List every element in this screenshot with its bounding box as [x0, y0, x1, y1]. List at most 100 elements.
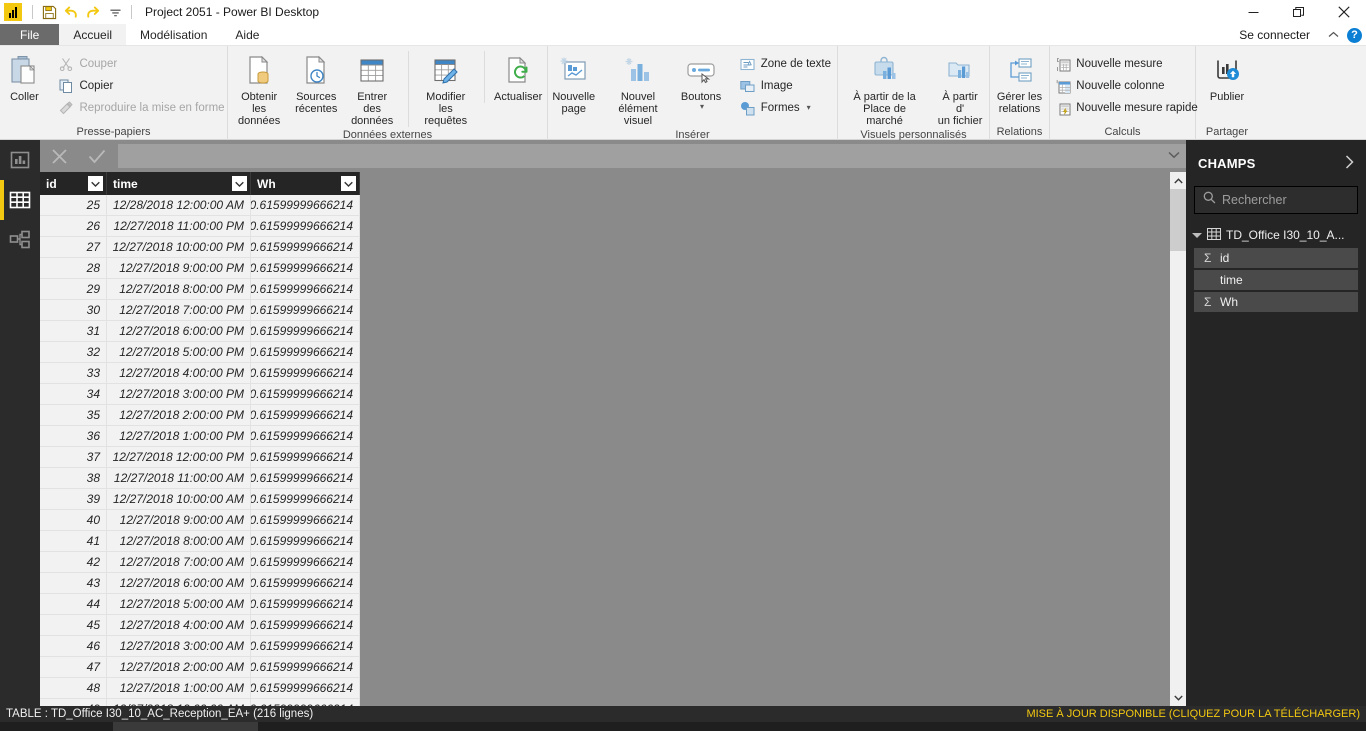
cell-id[interactable]: 46 — [40, 636, 107, 656]
cell-wh[interactable]: 0.61599999666214 — [251, 552, 360, 572]
cell-wh[interactable]: 0.61599999666214 — [251, 279, 360, 299]
table-row[interactable]: 36 12/27/2018 1:00:00 PM 0.61599999666214 — [40, 426, 360, 447]
formula-cancel-button[interactable] — [40, 140, 78, 172]
cell-id[interactable]: 42 — [40, 552, 107, 572]
cell-wh[interactable]: 0.61599999666214 — [251, 363, 360, 383]
cell-time[interactable]: 12/27/2018 1:00:00 AM — [107, 678, 251, 698]
undo-icon[interactable] — [60, 1, 82, 23]
tab-accueil[interactable]: Accueil — [59, 24, 127, 45]
table-row[interactable]: 4912/27/2018 12:00:00 AM0.61599999666214 — [40, 699, 360, 706]
cell-time[interactable]: 12/27/2018 2:00:00 PM — [107, 405, 251, 425]
table-row[interactable]: 34 12/27/2018 3:00:00 PM 0.61599999666214 — [40, 384, 360, 405]
table-row[interactable]: 31 12/27/2018 6:00:00 PM 0.61599999666214 — [40, 321, 360, 342]
cell-id[interactable]: 39 — [40, 489, 107, 509]
cell-time[interactable]: 12/27/2018 5:00:00 PM — [107, 342, 251, 362]
table-row[interactable]: 27 12/27/2018 10:00:00 PM 0.61599999666214 — [40, 237, 360, 258]
new-column-button[interactable]: Nouvelle colonne — [1049, 75, 1203, 97]
table-row[interactable]: 28 12/27/2018 9:00:00 PM 0.61599999666214 — [40, 258, 360, 279]
cell-wh[interactable]: 0.61599999666214 — [251, 636, 360, 656]
text-box-button[interactable]: Zone de texte — [734, 53, 837, 75]
table-row[interactable]: 39 12/27/2018 10:00:00 AM 0.61599999666214 — [40, 489, 360, 510]
cell-time[interactable]: 12/27/2018 8:00:00 AM — [107, 531, 251, 551]
from-marketplace-button[interactable]: À partir de la Place de marché — [838, 51, 931, 127]
chevron-down-icon[interactable]: ▾ — [807, 104, 811, 112]
expand-triangle-icon[interactable] — [1192, 232, 1202, 238]
cell-time[interactable]: 12/27/2018 11:00:00 PM — [107, 216, 251, 236]
cell-id[interactable]: 43 — [40, 573, 107, 593]
cell-wh[interactable]: 0.61599999666214 — [251, 237, 360, 257]
maximize-button[interactable] — [1276, 0, 1321, 24]
get-data-button[interactable]: Obtenir les données — [228, 51, 290, 127]
sidebar-item-report[interactable] — [0, 140, 40, 180]
cell-time[interactable]: 12/27/2018 10:00:00 AM — [107, 489, 251, 509]
cell-id[interactable]: 45 — [40, 615, 107, 635]
cell-id[interactable]: 40 — [40, 510, 107, 530]
cell-id[interactable]: 38 — [40, 468, 107, 488]
cell-wh[interactable]: 0.61599999666214 — [251, 615, 360, 635]
cell-wh[interactable]: 0.61599999666214 — [251, 468, 360, 488]
table-row[interactable]: 33 12/27/2018 4:00:00 PM 0.61599999666214 — [40, 363, 360, 384]
cell-time[interactable]: 12/27/2018 7:00:00 PM — [107, 300, 251, 320]
save-icon[interactable] — [38, 1, 60, 23]
chevron-up-icon[interactable] — [1328, 26, 1339, 44]
field-item-id[interactable]: Σ id — [1194, 248, 1358, 268]
table-row[interactable]: 43 12/27/2018 6:00:00 AM 0.61599999666214 — [40, 573, 360, 594]
table-row[interactable]: 48 12/27/2018 1:00:00 AM 0.61599999666214 — [40, 678, 360, 699]
cell-wh[interactable]: 0.61599999666214 — [251, 489, 360, 509]
cell-time[interactable]: 12/27/2018 12:00:00 PM — [107, 447, 251, 467]
column-header-time[interactable]: time — [107, 172, 251, 195]
cell-time[interactable]: 12/27/2018 4:00:00 AM — [107, 615, 251, 635]
cell-wh[interactable]: 0.61599999666214 — [251, 531, 360, 551]
cell-id[interactable]: 26 — [40, 216, 107, 236]
cell-time[interactable]: 12/27/2018 2:00:00 AM — [107, 657, 251, 677]
cell-wh[interactable]: 0.61599999666214 — [251, 195, 360, 215]
cell-wh[interactable]: 0.61599999666214 — [251, 216, 360, 236]
column-header-wh[interactable]: Wh — [251, 172, 360, 195]
cell-time[interactable]: 12/27/2018 6:00:00 PM — [107, 321, 251, 341]
cell-id[interactable]: 31 — [40, 321, 107, 341]
cell-id[interactable]: 33 — [40, 363, 107, 383]
table-row[interactable]: 44 12/27/2018 5:00:00 AM 0.61599999666214 — [40, 594, 360, 615]
refresh-button[interactable]: Actualiser — [484, 51, 547, 103]
new-visual-button[interactable]: Nouvel élément visuel — [600, 51, 677, 127]
cell-time[interactable]: 12/27/2018 3:00:00 PM — [107, 384, 251, 404]
filter-dropdown-icon[interactable] — [88, 176, 103, 191]
update-available-link[interactable]: MISE À JOUR DISPONIBLE (CLIQUEZ POUR LA … — [1026, 708, 1360, 720]
filter-dropdown-icon[interactable] — [341, 176, 356, 191]
cell-wh[interactable]: 0.61599999666214 — [251, 384, 360, 404]
cell-wh[interactable]: 0.61599999666214 — [251, 657, 360, 677]
from-file-button[interactable]: À partir d' un fichier — [931, 51, 989, 127]
table-row[interactable]: 45 12/27/2018 4:00:00 AM 0.61599999666214 — [40, 615, 360, 636]
table-row[interactable]: 46 12/27/2018 3:00:00 AM 0.61599999666214 — [40, 636, 360, 657]
cell-wh[interactable]: 0.61599999666214 — [251, 426, 360, 446]
new-measure-button[interactable]: Nouvelle mesure — [1049, 53, 1203, 75]
chevron-down-icon[interactable]: ▾ — [700, 103, 704, 111]
scroll-up-button[interactable] — [1170, 172, 1186, 189]
cell-time[interactable]: 12/27/2018 10:00:00 PM — [107, 237, 251, 257]
cell-id[interactable]: 32 — [40, 342, 107, 362]
image-button[interactable]: Image — [734, 75, 837, 97]
manage-relationships-button[interactable]: Gérer les relations — [991, 51, 1048, 115]
tab-modelisation[interactable]: Modélisation — [126, 24, 221, 45]
cell-time[interactable]: 12/27/2018 6:00:00 AM — [107, 573, 251, 593]
grid-body[interactable]: 25 12/28/2018 12:00:00 AM 0.61599999666214… — [40, 195, 360, 706]
taskbar-active-item[interactable] — [113, 722, 258, 731]
cut-button[interactable]: Couper — [52, 53, 230, 75]
recent-sources-button[interactable]: Sources récentes — [290, 51, 342, 115]
tab-file[interactable]: File — [0, 24, 60, 45]
column-header-id[interactable]: id — [40, 172, 107, 195]
table-row[interactable]: 38 12/27/2018 11:00:00 AM 0.61599999666214 — [40, 468, 360, 489]
fields-table-node[interactable]: TD_Office I30_10_A... — [1186, 224, 1366, 246]
cell-id[interactable]: 48 — [40, 678, 107, 698]
scroll-down-button[interactable] — [1170, 689, 1186, 706]
cell-wh[interactable]: 0.61599999666214 — [251, 321, 360, 341]
new-quick-measure-button[interactable]: Nouvelle mesure rapide — [1049, 97, 1203, 119]
cell-id[interactable]: 44 — [40, 594, 107, 614]
cell-wh[interactable]: 0.61599999666214 — [251, 594, 360, 614]
table-row[interactable]: 29 12/27/2018 8:00:00 PM 0.61599999666214 — [40, 279, 360, 300]
cell-wh[interactable]: 0.61599999666214 — [251, 678, 360, 698]
cell-id[interactable]: 37 — [40, 447, 107, 467]
cell-id[interactable]: 28 — [40, 258, 107, 278]
cell-time[interactable]: 12/27/2018 11:00:00 AM — [107, 468, 251, 488]
new-page-button[interactable]: Nouvelle page — [548, 51, 600, 115]
